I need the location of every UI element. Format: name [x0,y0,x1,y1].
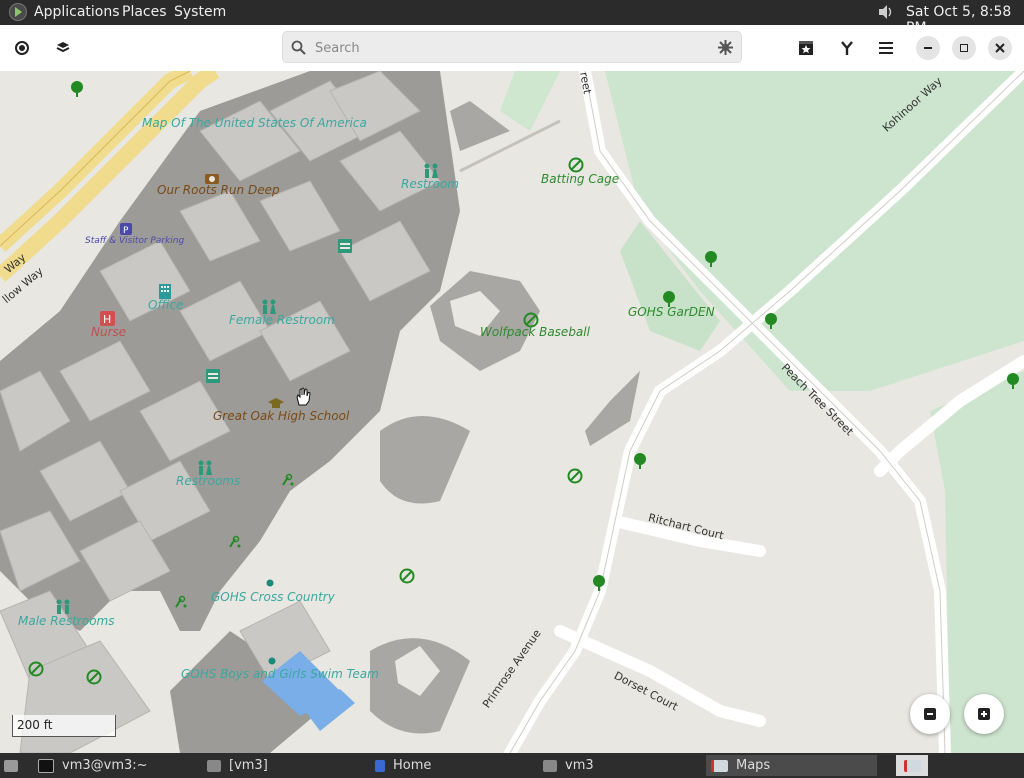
place-label[interactable]: Map Of The United States Of America [142,116,367,130]
main-menu-button[interactable] [872,34,900,62]
taskbar-item-terminal[interactable]: vm3@vm3:~ [38,755,198,776]
point-marker-icon [268,657,276,665]
baseball-icon [567,468,583,484]
task-label: vm3@vm3:~ [62,758,148,773]
layers-button[interactable] [49,34,77,62]
hand-cursor-icon [296,387,311,406]
place-label[interactable]: Nurse [91,325,126,339]
place-label[interactable]: Wolfpack Baseball [480,325,590,339]
tennis-icon [175,595,187,608]
place-label[interactable]: Office [148,298,183,312]
current-location-button[interactable] [8,34,36,62]
route-button[interactable] [833,34,861,62]
tree-icon [765,313,777,329]
tennis-icon [229,535,241,548]
maps-icon [711,759,728,772]
map-canvas [0,71,1024,753]
taskbar-item-home[interactable]: Home [375,755,535,776]
taskbar: vm3@vm3:~ [vm3] Home vm3 Maps [0,753,1024,778]
close-button[interactable] [988,36,1012,60]
maps-icon [903,759,921,772]
hospital-icon: H [100,311,115,326]
baseball-icon [86,669,102,685]
folder-icon [543,759,557,772]
route-icon [841,41,853,55]
task-label: vm3 [565,758,594,773]
maps-header-bar [0,25,1024,72]
distro-logo-icon[interactable] [9,3,27,21]
point-marker-icon [266,579,274,587]
location-target-icon [15,41,29,55]
applications-menu[interactable]: Applications [34,4,120,20]
tree-icon [593,575,605,591]
show-desktop-button[interactable] [4,755,26,776]
tree-icon [71,81,83,97]
building-icon [206,369,220,383]
zoom-in-icon [978,708,990,720]
terminal-icon [38,758,54,773]
tennis-icon [282,473,294,486]
place-label[interactable]: Great Oak High School [213,409,349,423]
search-input[interactable] [313,37,707,59]
place-label[interactable]: GOHS Boys and Girls Swim Team [181,667,379,681]
parking-icon: P [120,223,132,235]
document-icon [375,759,385,772]
system-menu[interactable]: System [174,4,226,20]
zoom-out-button[interactable] [910,694,950,734]
baseball-icon [568,157,584,173]
tree-icon [1007,373,1019,389]
task-label: [vm3] [229,758,268,773]
maximize-icon [960,44,968,52]
folder-icon [207,759,221,772]
taskbar-item-maps[interactable]: Maps [706,755,877,776]
volume-icon[interactable] [876,3,894,21]
minimize-button[interactable] [916,36,940,60]
restroom-icon [56,599,70,614]
place-label[interactable]: GOHS Cross Country [211,590,335,604]
taskbar-item-vm3-folder[interactable]: [vm3] [207,755,367,776]
map-scale: 200 ft [12,715,116,737]
search-box[interactable] [282,31,742,63]
tree-icon [634,453,646,469]
building-icon [338,239,352,253]
place-label[interactable]: Female Restroom [229,313,335,327]
top-panel: Applications Places System Sat Oct 5, 8:… [0,0,1024,36]
place-label[interactable]: Male Restrooms [18,614,114,628]
zoom-out-icon [924,708,936,720]
close-icon [995,43,1005,53]
baseball-icon [399,568,415,584]
bookmark-star-icon [799,41,813,55]
favorites-button[interactable] [792,34,820,62]
search-settings-icon[interactable] [718,40,733,55]
task-label: Maps [736,758,771,773]
place-label[interactable]: Restrooms [176,474,240,488]
task-label: Home [393,758,432,773]
maximize-button[interactable] [952,36,976,60]
taskbar-item-vm3[interactable]: vm3 [543,755,703,776]
svg-text:P: P [123,226,129,235]
office-building-icon [159,284,171,299]
place-label[interactable]: Batting Cage [541,172,619,186]
school-icon [268,398,284,408]
search-icon [291,40,306,55]
place-label[interactable]: Staff & Visitor Parking [85,236,184,246]
place-label[interactable]: Restroom [401,177,459,191]
desktop-icon [4,759,18,772]
place-label[interactable]: Our Roots Run Deep [157,183,280,197]
place-label[interactable]: GOHS GarDEN [628,305,715,319]
minimize-icon [924,47,932,49]
tree-icon [705,251,717,267]
zoom-in-button[interactable] [964,694,1004,734]
baseball-icon [28,661,44,677]
map-view[interactable]: P H Map Of The United States Of America … [0,71,1024,753]
workspace-switcher[interactable] [896,755,928,776]
layers-icon [56,42,70,53]
places-menu[interactable]: Places [122,4,167,20]
hamburger-menu-icon [879,42,893,54]
